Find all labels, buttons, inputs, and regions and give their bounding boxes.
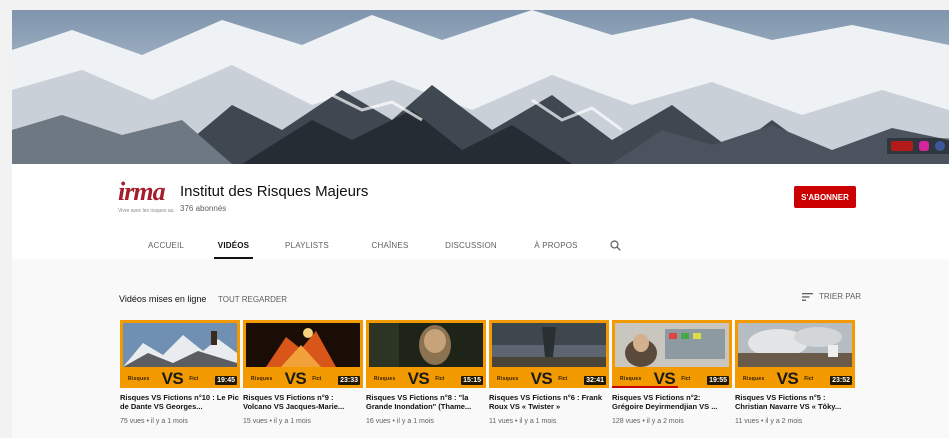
video-card[interactable]: Risques VS Fict 23:33 Risques VS Fiction…	[243, 320, 363, 425]
video-meta: 16 vues • il y a 1 mois	[366, 418, 434, 425]
video-title[interactable]: Risques VS Fictions n°10 : Le Pic de Dan…	[120, 393, 240, 411]
video-card[interactable]: Risques VS Fict 19:55 Risques VS Fiction…	[612, 320, 732, 425]
thumbnail-image	[369, 323, 483, 367]
subscriber-count: 376 abonnés	[180, 204, 227, 213]
video-card[interactable]: Risques VS Fict 23:52 Risques VS Fiction…	[735, 320, 855, 425]
video-grid: Risques VS Fict 19:45 Risques VS Fiction…	[120, 320, 855, 425]
video-duration: 15:15	[461, 376, 483, 385]
video-card[interactable]: Risques VS Fict 19:45 Risques VS Fiction…	[120, 320, 240, 425]
video-duration: 19:55	[707, 376, 729, 385]
play-all-link[interactable]: Tout regarder	[218, 295, 287, 304]
videos-section: Vidéos mises en ligne Tout regarder Trie…	[12, 259, 949, 438]
tab-videos[interactable]: Vidéos	[214, 231, 253, 259]
channel-page: irma Vivre avec les risques au Institut …	[12, 10, 949, 438]
video-meta: 128 vues • il y a 2 mois	[612, 418, 684, 425]
tab-playlists[interactable]: Playlists	[271, 231, 343, 259]
video-duration: 23:33	[338, 376, 360, 385]
video-title[interactable]: Risques VS Fictions n°8 : "la Grande Ino…	[366, 393, 486, 411]
video-thumbnail[interactable]: Risques VS Fict 23:33	[243, 320, 363, 388]
channel-header: irma Vivre avec les risques au Institut …	[12, 164, 949, 259]
channel-tabs: Accueil Vidéos Playlists Chaînes Discuss…	[118, 231, 625, 259]
sort-label: Trier par	[819, 292, 862, 301]
channel-banner	[12, 10, 949, 164]
video-meta: 11 vues • il y a 2 mois	[735, 418, 803, 425]
video-thumbnail[interactable]: Risques VS Fict 32:41	[489, 320, 609, 388]
thumbnail-image	[738, 323, 852, 367]
video-duration: 32:41	[584, 376, 606, 385]
video-duration: 23:52	[830, 376, 852, 385]
tab-accueil[interactable]: Accueil	[118, 231, 214, 259]
search-icon	[609, 239, 621, 251]
video-thumbnail[interactable]: Risques VS Fict 19:45	[120, 320, 240, 388]
channel-search-button[interactable]	[605, 231, 625, 259]
video-thumbnail[interactable]: Risques VS Fict 15:15	[366, 320, 486, 388]
video-title[interactable]: Risques VS Fictions n°6 : Frank Roux VS …	[489, 393, 609, 411]
watch-progress-bar	[612, 386, 678, 388]
video-duration: 19:45	[215, 376, 237, 385]
video-title[interactable]: Risques VS Fictions n°2: Grégoire Deyirm…	[612, 393, 732, 411]
video-thumbnail[interactable]: Risques VS Fict 23:52	[735, 320, 855, 388]
video-meta: 11 vues • il y a 1 mois	[489, 418, 557, 425]
sort-button[interactable]: Trier par	[802, 292, 861, 301]
tab-discussion[interactable]: Discussion	[437, 231, 505, 259]
video-meta: 75 vues • il y a 1 mois	[120, 418, 188, 425]
channel-logo[interactable]: irma Vivre avec les risques au	[118, 178, 178, 218]
banner-mountains-image	[12, 10, 949, 164]
video-thumbnail[interactable]: Risques VS Fict 19:55	[612, 320, 732, 388]
thumbnail-image	[615, 323, 729, 367]
channel-logo-tagline: Vivre avec les risques au	[118, 208, 174, 214]
section-title: Vidéos mises en ligne	[119, 294, 207, 304]
thumbnail-image	[492, 323, 606, 367]
video-title[interactable]: Risques VS Fictions n°9 : Volcano VS Jac…	[243, 393, 363, 411]
channel-name: Institut des Risques Majeurs	[180, 183, 369, 200]
irma-link-icon[interactable]	[891, 141, 913, 151]
channel-logo-text: irma	[118, 177, 166, 206]
video-meta: 15 vues • il y a 1 mois	[243, 418, 311, 425]
tab-chaines[interactable]: Chaînes	[365, 231, 415, 259]
thumbnail-image	[123, 323, 237, 367]
sort-icon	[802, 292, 813, 301]
tab-a-propos[interactable]: À propos	[523, 231, 589, 259]
video-card[interactable]: Risques VS Fict 15:15 Risques VS Fiction…	[366, 320, 486, 425]
video-card[interactable]: Risques VS Fict 32:41 Risques VS Fiction…	[489, 320, 609, 425]
subscribe-button[interactable]: S'abonner	[794, 186, 856, 208]
facebook-icon[interactable]	[935, 141, 945, 151]
thumbnail-image	[246, 323, 360, 367]
banner-social-links	[887, 138, 949, 154]
video-title[interactable]: Risques VS Fictions n°5 : Christian Nava…	[735, 393, 855, 411]
instagram-icon[interactable]	[919, 141, 929, 151]
